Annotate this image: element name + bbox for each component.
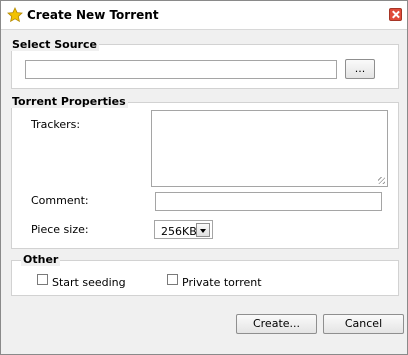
source-path-input[interactable] <box>25 60 337 79</box>
cancel-button[interactable]: Cancel <box>323 314 404 334</box>
create-button[interactable]: Create... <box>236 314 317 334</box>
close-icon[interactable] <box>389 8 402 21</box>
piece-size-value: 256KB <box>161 225 197 238</box>
title-bar: Create New Torrent <box>1 1 407 30</box>
resize-grip-icon[interactable] <box>378 177 385 184</box>
create-torrent-dialog: Create New Torrent Select Source ... Tor… <box>0 0 408 355</box>
piece-size-select[interactable]: 256KB <box>154 220 213 239</box>
select-source-legend: Select Source <box>10 38 99 51</box>
start-seeding-label[interactable]: Start seeding <box>52 276 126 289</box>
start-seeding-checkbox[interactable] <box>37 274 48 285</box>
trackers-textarea[interactable] <box>151 110 388 187</box>
browse-button[interactable]: ... <box>345 59 375 79</box>
chevron-down-icon[interactable] <box>196 223 210 237</box>
trackers-label: Trackers: <box>31 118 81 131</box>
window-title: Create New Torrent <box>27 8 159 22</box>
other-legend: Other <box>21 253 61 266</box>
comment-label: Comment: <box>31 194 89 207</box>
piece-size-label: Piece size: <box>31 223 89 236</box>
private-torrent-label[interactable]: Private torrent <box>182 276 262 289</box>
star-icon <box>7 7 23 23</box>
comment-input[interactable] <box>155 192 382 211</box>
torrent-properties-legend: Torrent Properties <box>10 95 128 108</box>
private-torrent-checkbox[interactable] <box>167 274 178 285</box>
